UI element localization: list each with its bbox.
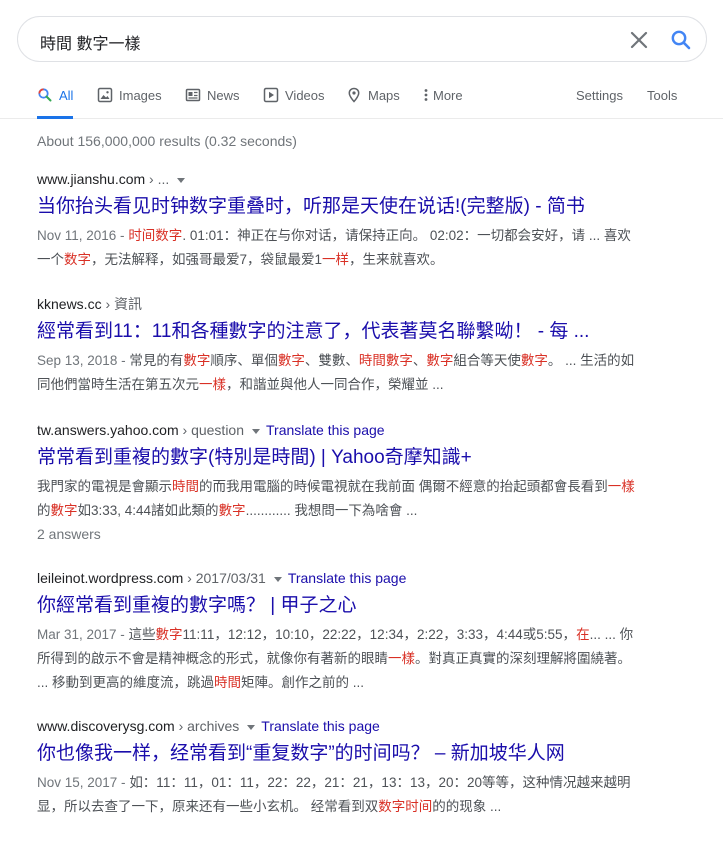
result-url[interactable]: www.discoverysg.com › archives Translate … [37, 717, 637, 735]
snippet-text: 的而我用電腦的時候電視就在我前面 偶爾不經意的抬起頭都會長看到 [199, 479, 608, 494]
map-pin-icon [346, 87, 362, 103]
snippet-text: 順序、單個 [210, 353, 278, 368]
result-title[interactable]: 你經常看到重複的數字嗎？ | 甲子之心 [37, 593, 637, 619]
more-vert-icon [422, 87, 430, 103]
result-url[interactable]: www.jianshu.com › ... [37, 170, 637, 188]
snippet-highlight: 一样 [322, 252, 350, 267]
snippet-text: 我門家的電視是會顯示 [37, 479, 172, 494]
result-snippet: 我門家的電視是會顯示時間的而我用電腦的時候電視就在我前面 偶爾不經意的抬起頭都會… [37, 475, 637, 523]
search-icon [37, 87, 53, 103]
result-snippet: Nov 11, 2016 - 时间数字. 01:01：神正在与你对话，请保持正向… [37, 224, 637, 272]
snippet-highlight: 时间数字 [128, 228, 183, 243]
result-date: Sep 13, 2018 - [37, 353, 130, 368]
result-menu-icon[interactable] [177, 177, 186, 183]
snippet-text: 、 [412, 353, 427, 368]
result-url[interactable]: tw.answers.yahoo.com › question Translate… [37, 421, 637, 439]
snippet-highlight: 数字 [64, 252, 91, 267]
result-date: Nov 11, 2016 - [37, 228, 129, 243]
result-snippet: Mar 31, 2017 - 這些數字11:11，12:12，10:10，22:… [37, 623, 637, 695]
snippet-highlight: 數字 [155, 627, 183, 642]
tab-more[interactable]: More [422, 80, 463, 118]
clear-icon[interactable] [628, 29, 650, 51]
snippet-highlight: 一樣 [388, 651, 415, 666]
snippet-highlight: 數字 [50, 503, 78, 518]
snippet-text: 的 [37, 503, 51, 518]
snippet-text: ，生来就喜欢。 [349, 252, 444, 267]
snippet-highlight: 數字 [520, 353, 548, 368]
result-snippet: Sep 13, 2018 - 常見的有數字順序、單個數字、雙數、時間數字、數字組… [37, 349, 637, 397]
tab-all[interactable]: All [37, 80, 74, 119]
result-snippet: Nov 15, 2017 - 如：11：11，01：11，22：22，21：21… [37, 771, 637, 819]
tab-videos[interactable]: Videos [263, 80, 325, 118]
snippet-text: 常見的有 [129, 353, 184, 368]
snippet-text: ............ 我想問一下為啥會 ... [245, 503, 418, 518]
result-stats: About 156,000,000 results (0.32 seconds) [37, 133, 297, 149]
tab-settings[interactable]: Settings [576, 80, 623, 118]
snippet-highlight: 數字 [218, 503, 246, 518]
search-result: tw.answers.yahoo.com › question Translate… [37, 421, 637, 545]
snippet-highlight: 一樣 [199, 377, 226, 392]
result-date: Mar 31, 2017 - [37, 627, 129, 642]
snippet-highlight: 數字 [426, 353, 454, 368]
snippet-text: 如3:33, 4:44諸如此類的 [77, 503, 219, 518]
tab-news[interactable]: News [185, 80, 240, 118]
result-title[interactable]: 当你抬头看见时钟数字重叠时，听那是天使在说话!(完整版) - 简书 [37, 194, 637, 220]
snippet-text: 矩陣。創作之前的 ... [241, 675, 365, 690]
snippet-highlight: 數字 [277, 353, 305, 368]
search-tabs: All Images News Videos Maps More Setting… [0, 80, 723, 119]
result-menu-icon[interactable] [252, 428, 260, 434]
newspaper-icon [185, 87, 201, 103]
search-box[interactable]: 時間 數字一樣 [17, 16, 707, 62]
result-date: Nov 15, 2017 - [37, 775, 130, 790]
search-result: kknews.cc › 資訊 經常看到11：11和各種數字的注意了，代表著莫名聯… [37, 295, 637, 397]
snippet-text: 的的现象 ... [432, 799, 502, 814]
snippet-highlight: 数字时间 [378, 799, 433, 814]
snippet-text: 、雙數、 [304, 353, 359, 368]
result-title[interactable]: 你也像我一样，经常看到“重复数字”的时间吗？ – 新加坡华人网 [37, 741, 637, 767]
result-menu-icon[interactable] [273, 576, 282, 582]
image-icon [97, 87, 113, 103]
snippet-text: ，无法解释，如强哥最爱7，袋鼠最爱1 [91, 252, 323, 267]
search-icon[interactable] [669, 28, 693, 52]
snippet-text: 11:11，12:12，10:10，22:22，12:34，2:22，3:33，… [182, 627, 577, 642]
snippet-text: 這些 [128, 627, 156, 642]
tab-tools[interactable]: Tools [647, 80, 677, 118]
result-menu-icon[interactable] [247, 724, 256, 730]
tab-maps[interactable]: Maps [346, 80, 400, 118]
translate-link[interactable]: Translate this page [261, 718, 380, 734]
result-title[interactable]: 經常看到11：11和各種數字的注意了，代表著莫名聯繫呦！ - 每 ... [37, 319, 637, 345]
snippet-highlight: 時間 [172, 479, 199, 494]
search-result: www.jianshu.com › ... 当你抬头看见时钟数字重叠时，听那是天… [37, 170, 637, 272]
snippet-highlight: 時間數字 [358, 353, 413, 368]
translate-link[interactable]: Translate this page [266, 422, 385, 438]
result-url[interactable]: leileinot.wordpress.com › 2017/03/31 Tran… [37, 569, 637, 587]
snippet-text: 組合等天使 [453, 353, 521, 368]
search-result: leileinot.wordpress.com › 2017/03/31 Tran… [37, 569, 637, 695]
result-title[interactable]: 常常看到重複的數字(特別是時間) | Yahoo奇摩知識+ [37, 445, 637, 471]
snippet-highlight: 數字 [183, 353, 211, 368]
play-icon [263, 87, 279, 103]
translate-link[interactable]: Translate this page [288, 570, 407, 586]
search-input[interactable]: 時間 數字一樣 [40, 30, 140, 54]
snippet-highlight: 一樣 [607, 479, 635, 494]
answer-count: 2 answers [37, 526, 101, 542]
snippet-highlight: 在 [576, 627, 590, 642]
search-result: www.discoverysg.com › archives Translate … [37, 717, 637, 819]
tab-images[interactable]: Images [97, 80, 162, 118]
result-url[interactable]: kknews.cc › 資訊 [37, 295, 637, 313]
snippet-text: ，和諧並與他人一同合作，榮耀並 ... [226, 377, 444, 392]
snippet-highlight: 時間 [214, 675, 242, 690]
